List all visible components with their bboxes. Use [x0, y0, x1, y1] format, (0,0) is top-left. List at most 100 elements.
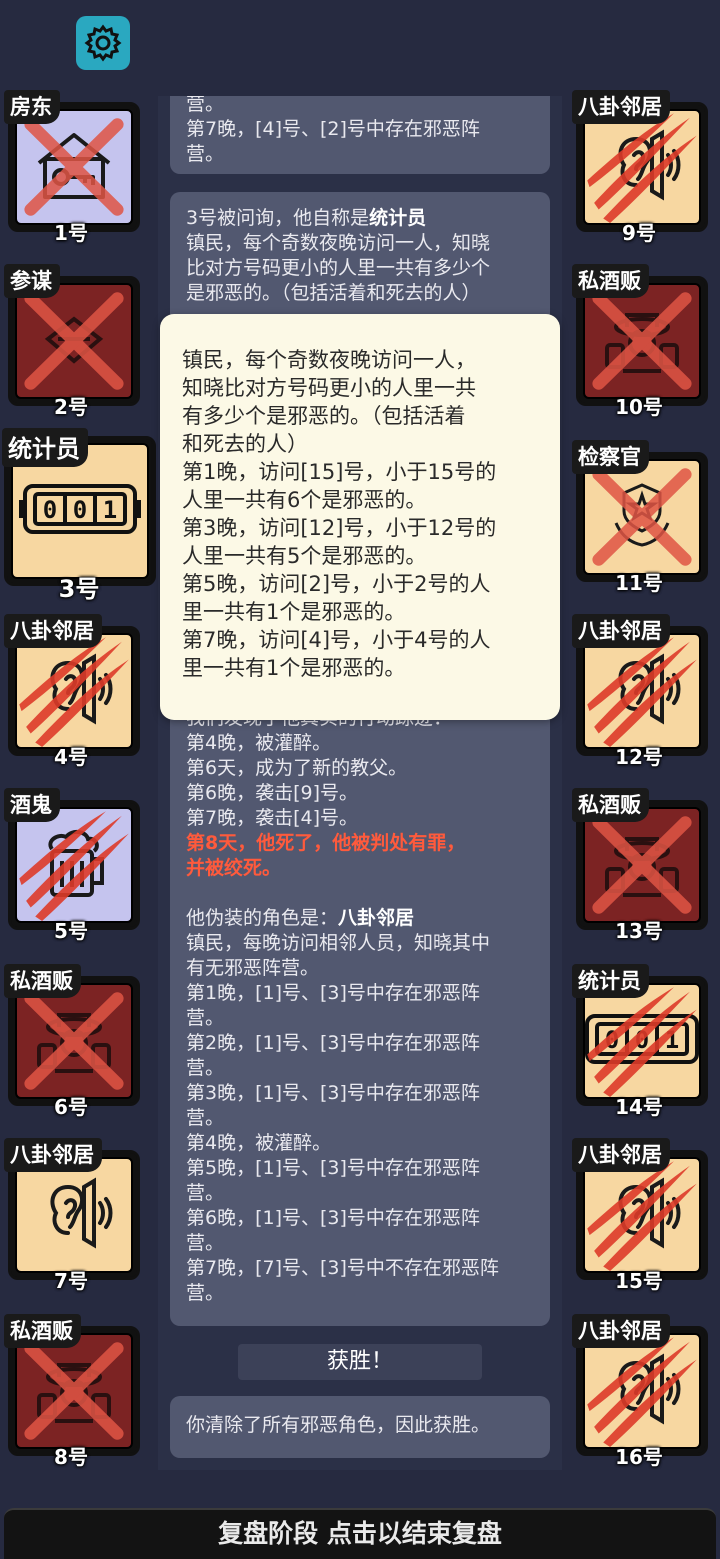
player-card-2[interactable]: 参谋 2号 [2, 264, 140, 419]
smuggler-icon [29, 1349, 119, 1433]
player-number: 4号 [54, 745, 88, 769]
log-line: 第2晚，[1]号、[3]号中存在邪恶阵 [186, 1032, 480, 1054]
role-label: 统计员 [2, 428, 88, 467]
log-line: 3号被问询，他自称是统计员 [186, 207, 427, 229]
player-card-3[interactable]: 001 统计员 3号 [0, 428, 158, 603]
card-art [583, 807, 701, 923]
death-line: 第8天，他死了，他被判处有罪， [186, 832, 466, 854]
gear-icon [84, 24, 122, 62]
card-art [15, 283, 133, 399]
player-card-12[interactable]: 八卦邻居 12号 [570, 614, 708, 769]
end-review-button[interactable]: 复盘阶段 点击以结束复盘 [4, 1508, 716, 1559]
victory-label[interactable]: 获胜！ [238, 1344, 482, 1380]
ear-icon [34, 649, 114, 733]
smuggler-icon [597, 823, 687, 907]
log-line: 第7晚，[7]号、[3]号中不存在邪恶阵 [186, 1257, 499, 1279]
player-number: 12号 [615, 745, 663, 769]
tooltip-line: 有多少个是邪恶的。（包括活着 [182, 404, 466, 428]
log-line: 比对方号码更小的人里一共有多少个 [186, 257, 491, 279]
role-label: 八卦邻居 [572, 90, 670, 124]
player-card-14[interactable]: 001 统计员 14号 [570, 964, 708, 1119]
player-card-10[interactable]: 私酒贩 10号 [570, 264, 708, 419]
tooltip-line: 第3晚，访问[12]号，小于12号的 [182, 516, 497, 540]
smuggler-icon [29, 999, 119, 1083]
card-art [15, 1157, 133, 1273]
log-line: 有无邪恶阵营。 [186, 957, 320, 979]
player-card-16[interactable]: 八卦邻居 16号 [570, 1314, 708, 1469]
svg-text:0: 0 [635, 1026, 649, 1054]
ear-icon [602, 649, 682, 733]
badge-icon [602, 475, 682, 559]
smuggler-icon [597, 299, 687, 383]
log-line: 营。 [186, 96, 225, 115]
tooltip-line: 里一共有1个是邪恶的。 [182, 656, 406, 680]
player-card-6[interactable]: 私酒贩 6号 [2, 964, 140, 1119]
tooltip-line: 镇民，每个奇数夜晚访问一人， [182, 348, 476, 372]
card-art [583, 633, 701, 749]
role-label: 参谋 [4, 264, 60, 298]
svg-text:0: 0 [605, 1026, 619, 1054]
tooltip-line: 人里一共有6个是邪恶的。 [182, 488, 427, 512]
role-label: 私酒贩 [4, 1314, 81, 1348]
card-art [583, 1157, 701, 1273]
player-card-8[interactable]: 私酒贩 8号 [2, 1314, 140, 1469]
player-card-5[interactable]: 酒鬼 5号 [2, 788, 140, 943]
player-card-11[interactable]: 检察官 11号 [570, 440, 708, 595]
player-number: 6号 [54, 1095, 88, 1119]
log-line: 镇民，每晚访问相邻人员，知晓其中 [186, 932, 491, 954]
card-art [583, 1333, 701, 1449]
card-art: 001 [583, 983, 701, 1099]
role-label: 八卦邻居 [4, 1138, 102, 1172]
player-card-9[interactable]: 八卦邻居 9号 [570, 90, 708, 245]
log-bubble-previous: 营。 第7晚，[4]号、[2]号中存在邪恶阵 营。 [170, 96, 550, 174]
player-number: 9号 [622, 221, 656, 245]
log-line: 营。 [186, 1232, 225, 1254]
log-line: 第3晚，[1]号、[3]号中存在邪恶阵 [186, 1082, 480, 1104]
log-line: 第6晚，[1]号、[3]号中存在邪恶阵 [186, 1207, 480, 1229]
player-card-13[interactable]: 私酒贩 13号 [570, 788, 708, 943]
log-line: 营。 [186, 1182, 225, 1204]
svg-text:1: 1 [665, 1026, 679, 1054]
counter-icon: 001 [15, 474, 145, 548]
tooltip-line: 第1晚，访问[15]号，小于15号的 [182, 460, 497, 484]
role-tooltip: 镇民，每个奇数夜晚访问一人， 知晓比对方号码更小的人里一共 有多少个是邪恶的。（… [160, 314, 560, 720]
player-number: 15号 [615, 1269, 663, 1293]
svg-text:0: 0 [73, 496, 87, 524]
role-label: 私酒贩 [572, 264, 649, 298]
log-bubble-result: 你清除了所有邪恶角色，因此获胜。 [170, 1396, 550, 1458]
player-number: 7号 [54, 1269, 88, 1293]
role-label: 房东 [4, 90, 60, 124]
log-line: 营。 [186, 1007, 225, 1029]
role-label: 八卦邻居 [4, 614, 102, 648]
role-label: 八卦邻居 [572, 614, 670, 648]
player-number: 1号 [54, 221, 88, 245]
card-art [15, 633, 133, 749]
player-card-1[interactable]: 房东 1号 [2, 90, 140, 245]
tooltip-line: 知晓比对方号码更小的人里一共 [182, 376, 476, 400]
player-card-15[interactable]: 八卦邻居 15号 [570, 1138, 708, 1293]
log-line: 你清除了所有邪恶角色，因此获胜。 [186, 1414, 491, 1436]
log-line: 他伪装的角色是：八卦邻居 [186, 907, 415, 929]
ear-icon [602, 125, 682, 209]
role-label: 私酒贩 [572, 788, 649, 822]
player-number: 11号 [615, 571, 663, 595]
player-number: 8号 [54, 1445, 88, 1469]
card-art [583, 283, 701, 399]
player-card-7[interactable]: 八卦邻居 7号 [2, 1138, 140, 1293]
log-line: 第5晚，[1]号、[3]号中存在邪恶阵 [186, 1157, 480, 1179]
log-line: 第7晚，袭击[4]号。 [186, 807, 359, 829]
player-number: 5号 [54, 919, 88, 943]
counter-icon: 001 [585, 1004, 699, 1078]
game-log[interactable]: 营。 第7晚，[4]号、[2]号中存在邪恶阵 营。 3号被问询，他自称是统计员 … [158, 96, 562, 1470]
log-line: 第7晚，[4]号、[2]号中存在邪恶阵 [186, 118, 480, 140]
settings-button[interactable] [76, 16, 130, 70]
player-number: 16号 [615, 1445, 663, 1469]
player-number: 13号 [615, 919, 663, 943]
claimed-role: 统计员 [369, 207, 427, 229]
player-card-4[interactable]: 八卦邻居 4号 [2, 614, 140, 769]
log-line: 镇民，每个奇数夜晚访问一人，知晓 [186, 232, 491, 254]
log-line: 第1晚，[1]号、[3]号中存在邪恶阵 [186, 982, 480, 1004]
log-line: 营。 [186, 1282, 225, 1304]
ear-icon [34, 1173, 114, 1257]
house-key-icon [29, 125, 119, 209]
